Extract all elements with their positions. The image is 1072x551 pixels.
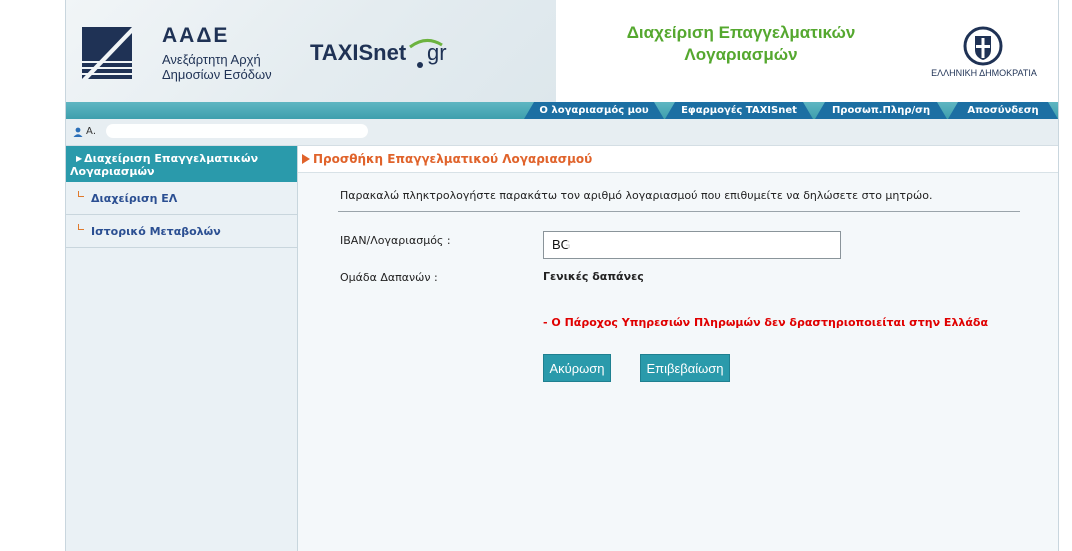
user-bar: Α. [66, 119, 1058, 146]
expense-group-value: Γενικές δαπάνες [543, 270, 644, 283]
header-title-line1: Διαχείριση Επαγγελματικών [626, 23, 856, 42]
agency-name-line2: Δημοσίων Εσόδων [162, 67, 272, 82]
header-title: Διαχείριση Επαγγελματικών Λογαριασμών [576, 22, 906, 66]
nav-my-account[interactable]: Ο λογαριασμός μου [524, 102, 664, 119]
taxisnet-logo-suffix: gr [427, 40, 447, 65]
nav-logout[interactable]: Αποσύνδεση [948, 102, 1058, 119]
expense-group-label: Ομάδα Δαπανών : [340, 271, 438, 284]
agency-name: Ανεξάρτητη Αρχή Δημοσίων Εσόδων [162, 52, 272, 82]
tree-branch-icon [78, 224, 84, 230]
section-title: Προσθήκη Επαγγελματικού Λογαριασμού [313, 152, 593, 166]
sidebar-item-manage-accounts[interactable]: Διαχείριση ΕΛ [66, 182, 297, 215]
section-arrow-icon [302, 154, 310, 164]
taxisnet-logo-text: TAXISnet [310, 40, 407, 65]
nav-personal-info[interactable]: Προσωπ.Πληρ/ση [815, 102, 947, 119]
sidebar-header[interactable]: ▶ Διαχείριση Επαγγελματικών Λογαριασμών [66, 146, 297, 182]
iban-label: IBAN/Λογαριασμός : [340, 234, 451, 247]
nav-taxisnet-apps[interactable]: Εφαρμογές TAXISnet [665, 102, 813, 119]
taxisnet-logo: TAXISnet gr [310, 37, 480, 77]
sidebar: ▶ Διαχείριση Επαγγελματικών Λογαριασμών Δ… [66, 146, 298, 551]
redacted-user-info [106, 124, 368, 138]
user-name: Α. [86, 126, 97, 137]
app-frame: ΑΑΔΕ Ανεξάρτητη Αρχή Δημοσίων Εσόδων TAX… [65, 0, 1059, 551]
top-navbar: Ο λογαριασμός μου Εφαρμογές TAXISnet Προ… [66, 102, 1058, 119]
agency-acronym: ΑΑΔΕ [162, 24, 230, 47]
confirm-button[interactable]: Επιβεβαίωση [640, 354, 730, 382]
tree-branch-icon [78, 191, 84, 197]
sidebar-item-label: Διαχείριση ΕΛ [91, 192, 178, 205]
header-branding: ΑΑΔΕ Ανεξάρτητη Αρχή Δημοσίων Εσόδων TAX… [66, 0, 556, 102]
sidebar-header-label: Διαχείριση Επαγγελματικών Λογαριασμών [70, 152, 259, 178]
gov-label: ΕΛΛΗΝΙΚΗ ΔΗΜΟΚΡΑΤΙΑ [931, 68, 1037, 78]
section-header: Προσθήκη Επαγγελματικού Λογαριασμού [298, 146, 1058, 173]
error-message: - Ο Πάροχος Υπηρεσιών Πληρωμών δεν δραστ… [543, 316, 989, 329]
header-title-line2: Λογαριασμών [684, 45, 798, 64]
sidebar-item-label: Ιστορικό Μεταβολών [91, 225, 221, 238]
instructions-text: Παρακαλώ πληκτρολογήστε παρακάτω τον αρι… [340, 189, 933, 202]
site-header: ΑΑΔΕ Ανεξάρτητη Αρχή Δημοσίων Εσόδων TAX… [66, 0, 1058, 102]
main-content: Προσθήκη Επαγγελματικού Λογαριασμού Παρα… [298, 146, 1058, 551]
sidebar-arrow-icon: ▶ [76, 154, 83, 163]
cancel-button[interactable]: Ακύρωση [543, 354, 611, 382]
user-icon [73, 127, 83, 137]
greek-emblem-icon [963, 26, 1003, 66]
sidebar-item-change-history[interactable]: Ιστορικό Μεταβολών [66, 215, 297, 248]
divider [338, 211, 1020, 212]
redacted-iban [566, 238, 716, 250]
agency-name-line1: Ανεξάρτητη Αρχή [162, 52, 261, 67]
aade-logo-icon [82, 27, 132, 79]
